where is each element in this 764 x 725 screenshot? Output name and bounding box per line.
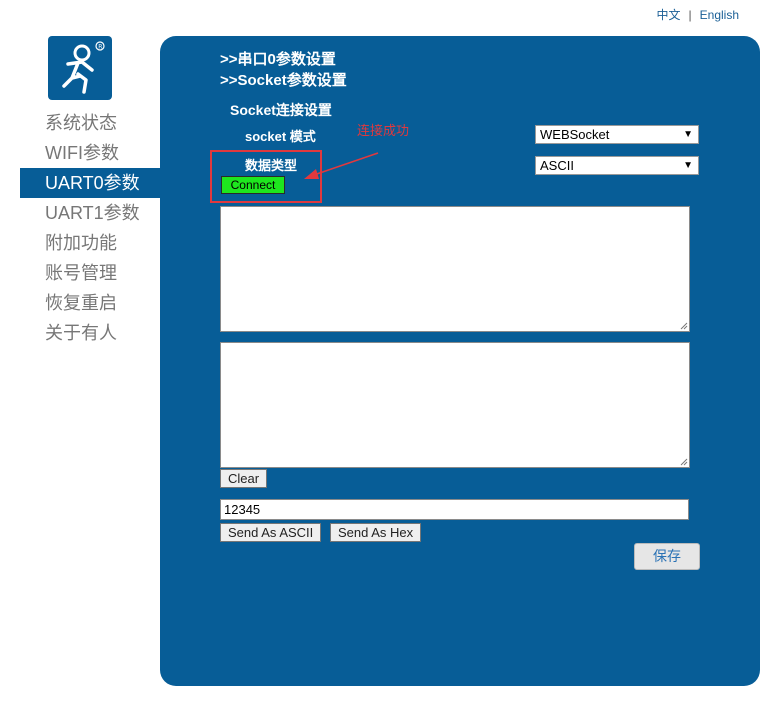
sidebar-item-uart1[interactable]: UART1参数	[20, 198, 160, 228]
receive-textarea[interactable]	[220, 206, 690, 332]
connection-success-annotation: 连接成功	[357, 123, 410, 138]
socket-settings-link[interactable]: >>Socket参数设置	[220, 69, 347, 90]
sidebar-nav: 系统状态 WIFI参数 UART0参数 UART1参数 附加功能 账号管理 恢复…	[20, 108, 160, 348]
clear-button[interactable]: Clear	[220, 469, 268, 488]
send-as-hex-button[interactable]: Send As Hex	[330, 523, 422, 542]
socket-mode-select[interactable]: WEBSocket ▼	[535, 125, 699, 144]
resize-handle-icon[interactable]	[680, 458, 688, 466]
sidebar-item-about[interactable]: 关于有人	[20, 318, 160, 348]
uart0-settings-link[interactable]: >>串口0参数设置	[220, 48, 336, 69]
usr-person-logo-icon: R	[48, 36, 112, 100]
sidebar-item-account[interactable]: 账号管理	[20, 258, 160, 288]
lang-en-link[interactable]: English	[700, 8, 739, 22]
log-textarea[interactable]	[220, 342, 690, 468]
language-switch: 中文 | English	[657, 6, 740, 23]
sidebar-item-wifi[interactable]: WIFI参数	[20, 138, 160, 168]
lang-zh-link[interactable]: 中文	[657, 8, 681, 22]
dropdown-arrow-icon: ▼	[683, 160, 693, 171]
save-button[interactable]: 保存	[634, 543, 700, 570]
sidebar-item-system-status[interactable]: 系统状态	[20, 108, 160, 138]
send-data-input[interactable]: 12345	[220, 499, 689, 520]
data-type-value: ASCII	[540, 158, 574, 173]
send-as-ascii-button[interactable]: Send As ASCII	[220, 523, 322, 542]
lang-separator: |	[688, 8, 692, 22]
socket-mode-value: WEBSocket	[540, 127, 610, 142]
socket-mode-label: socket 模式	[245, 129, 316, 144]
sidebar-item-uart0[interactable]: UART0参数	[20, 168, 160, 198]
resize-handle-icon[interactable]	[680, 322, 688, 330]
sidebar-item-extra-functions[interactable]: 附加功能	[20, 228, 160, 258]
main-panel: >>串口0参数设置 >>Socket参数设置 Socket连接设置 socket…	[160, 36, 760, 686]
data-type-select[interactable]: ASCII ▼	[535, 156, 699, 175]
annotation-arrow-icon	[304, 152, 379, 179]
dropdown-arrow-icon: ▼	[683, 129, 693, 140]
socket-section-title: Socket连接设置	[230, 102, 332, 118]
svg-text:R: R	[98, 43, 102, 50]
sidebar-item-restore-restart[interactable]: 恢复重启	[20, 288, 160, 318]
